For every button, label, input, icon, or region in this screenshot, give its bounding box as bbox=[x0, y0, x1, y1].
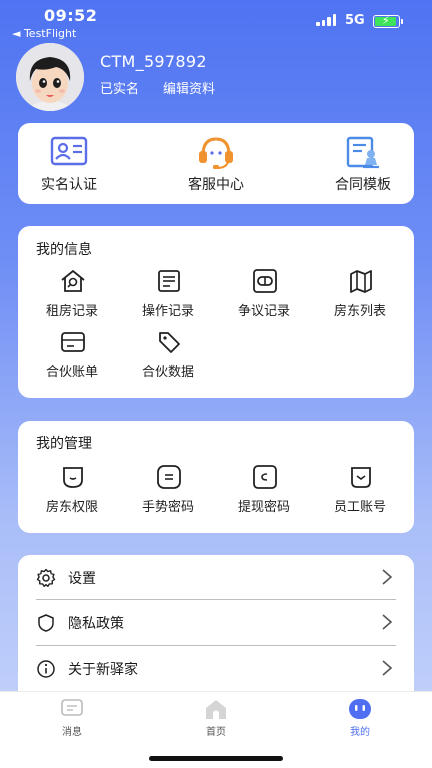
bill-icon bbox=[61, 332, 85, 352]
manage-item-withdraw-password[interactable]: 提现密码 bbox=[216, 464, 312, 520]
id-card-icon bbox=[50, 136, 88, 166]
info-item-partner-bills[interactable]: 合伙账单 bbox=[24, 329, 120, 385]
avatar[interactable] bbox=[16, 43, 84, 111]
info-item-label: 操作记录 bbox=[141, 304, 194, 319]
quick-actions-card: 实名认证 客服中心 合同模板 bbox=[18, 123, 414, 204]
shield-icon bbox=[38, 614, 54, 632]
signal-icon bbox=[316, 14, 338, 26]
chevron-right-icon bbox=[382, 660, 393, 676]
quick-action-customer-service[interactable]: 客服中心 bbox=[161, 123, 271, 204]
gear-icon bbox=[36, 568, 56, 587]
manage-item-label: 员工账号 bbox=[333, 500, 386, 515]
gesture-password-icon bbox=[157, 465, 181, 489]
quick-action-label: 客服中心 bbox=[188, 177, 244, 193]
section-title-my-management: 我的管理 bbox=[36, 436, 92, 452]
quick-action-contract-template[interactable]: 合同模板 bbox=[308, 123, 418, 204]
tab-label: 我的 bbox=[350, 727, 370, 738]
info-item-label: 争议记录 bbox=[237, 304, 290, 319]
info-item-label: 房东列表 bbox=[333, 304, 386, 319]
info-item-rental-records[interactable]: 租房记录 bbox=[24, 268, 120, 324]
house-search-icon bbox=[61, 269, 85, 292]
settings-row[interactable]: 设置 bbox=[18, 555, 414, 600]
chevron-right-icon bbox=[382, 569, 393, 585]
section-title-my-info: 我的信息 bbox=[36, 242, 92, 258]
back-to-testflight[interactable]: ◄ TestFlight bbox=[12, 27, 76, 40]
tab-profile[interactable]: 我的 bbox=[320, 698, 400, 738]
status-time: 09:52 bbox=[44, 6, 98, 25]
info-item-partner-data[interactable]: 合伙数据 bbox=[120, 329, 216, 385]
tab-messages[interactable]: 消息 bbox=[32, 698, 112, 738]
about-row[interactable]: 关于新驿家 bbox=[18, 646, 414, 691]
chevron-right-icon bbox=[382, 614, 393, 630]
info-item-landlord-list[interactable]: 房东列表 bbox=[312, 268, 408, 324]
status-bar: 09:52 ◄ TestFlight 5G ⚡ bbox=[0, 0, 432, 44]
network-type: 5G bbox=[345, 13, 365, 28]
manage-item-label: 手势密码 bbox=[141, 500, 194, 515]
username: CTM_597892 bbox=[100, 52, 207, 71]
withdraw-password-icon bbox=[253, 465, 277, 489]
log-icon bbox=[158, 270, 180, 292]
quick-action-label: 实名认证 bbox=[41, 177, 97, 193]
tab-label: 首页 bbox=[206, 727, 226, 738]
tag-icon bbox=[159, 332, 180, 353]
home-indicator bbox=[149, 756, 283, 761]
tab-home[interactable]: 首页 bbox=[176, 698, 256, 738]
settings-label: 设置 bbox=[68, 571, 96, 587]
info-icon bbox=[37, 660, 55, 678]
home-icon bbox=[206, 700, 226, 719]
manage-item-label: 提现密码 bbox=[237, 500, 290, 515]
info-item-operation-records[interactable]: 操作记录 bbox=[120, 268, 216, 324]
map-icon bbox=[350, 270, 372, 293]
staff-account-icon bbox=[351, 467, 371, 488]
edit-profile-link[interactable]: 编辑资料 bbox=[163, 78, 215, 97]
info-item-label: 合伙数据 bbox=[141, 365, 194, 380]
dispute-icon bbox=[253, 269, 277, 293]
manage-item-staff-account[interactable]: 员工账号 bbox=[312, 464, 408, 520]
privacy-policy-label: 隐私政策 bbox=[68, 616, 124, 632]
manage-item-gesture-password[interactable]: 手势密码 bbox=[120, 464, 216, 520]
message-icon bbox=[61, 699, 83, 716]
manage-item-label: 房东权限 bbox=[45, 500, 98, 515]
quick-action-label: 合同模板 bbox=[335, 177, 391, 193]
info-item-label: 租房记录 bbox=[45, 304, 98, 319]
landlord-permission-icon bbox=[63, 467, 83, 488]
settings-card: 设置 隐私政策 关于新驿家 bbox=[18, 555, 414, 705]
manage-item-landlord-permission[interactable]: 房东权限 bbox=[24, 464, 120, 520]
info-item-label: 合伙账单 bbox=[45, 365, 98, 380]
privacy-policy-row[interactable]: 隐私政策 bbox=[18, 600, 414, 645]
about-label: 关于新驿家 bbox=[68, 662, 138, 678]
my-info-card: 我的信息 租房记录 操作记录 争议记录 房东列表 合伙账单 合伙数据 bbox=[18, 226, 414, 398]
battery-icon: ⚡ bbox=[373, 14, 403, 28]
my-management-card: 我的管理 房东权限 手势密码 提现密码 员工账号 bbox=[18, 421, 414, 533]
info-item-dispute-records[interactable]: 争议记录 bbox=[216, 268, 312, 324]
contract-icon bbox=[346, 136, 379, 169]
verification-status: 已实名 bbox=[100, 82, 140, 97]
headset-icon bbox=[199, 137, 233, 169]
profile-icon bbox=[349, 699, 371, 719]
tab-label: 消息 bbox=[62, 727, 82, 738]
quick-action-real-name[interactable]: 实名认证 bbox=[14, 123, 124, 204]
